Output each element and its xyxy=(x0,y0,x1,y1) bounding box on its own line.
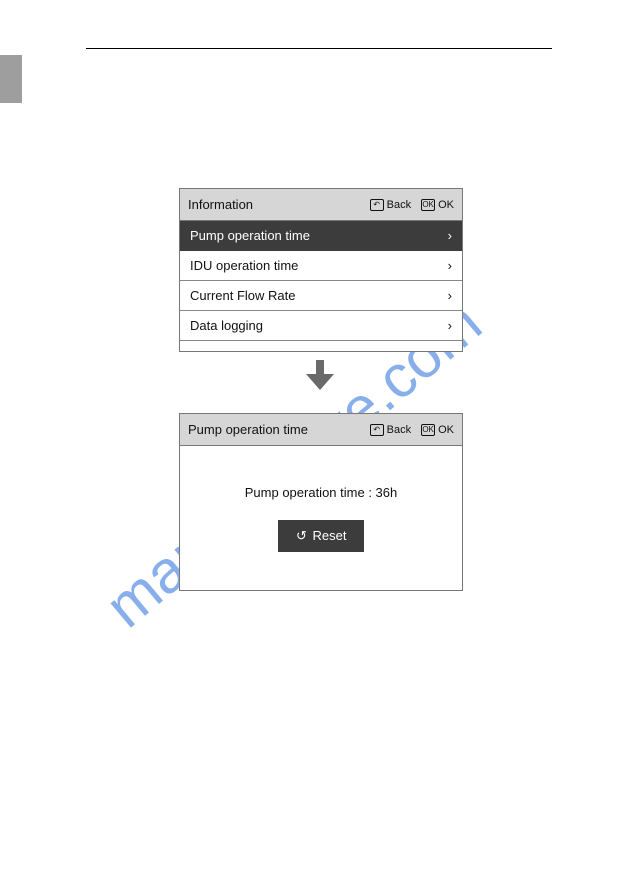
detail-text: Pump operation time : 36h xyxy=(245,485,397,500)
down-arrow-icon xyxy=(306,360,334,390)
ok-label: OK xyxy=(438,199,454,211)
menu-label: Current Flow Rate xyxy=(190,288,295,303)
menu-item-data-logging[interactable]: Data logging › xyxy=(180,311,462,341)
back-button[interactable]: ↶ Back xyxy=(370,424,411,436)
ok-button[interactable]: OK OK xyxy=(421,424,454,436)
chevron-right-icon: › xyxy=(448,288,452,303)
menu-item-idu-operation-time[interactable]: IDU operation time › xyxy=(180,251,462,281)
information-header: Information ↶ Back OK OK xyxy=(180,189,462,221)
menu-item-current-flow-rate[interactable]: Current Flow Rate › xyxy=(180,281,462,311)
ok-label: OK xyxy=(438,424,454,436)
ok-icon: OK xyxy=(421,424,435,436)
header-buttons: ↶ Back OK OK xyxy=(370,424,454,436)
chevron-right-icon: › xyxy=(448,318,452,333)
pump-operation-header: Pump operation time ↶ Back OK OK xyxy=(180,414,462,446)
information-panel: Information ↶ Back OK OK Pump operation … xyxy=(179,188,463,352)
pump-operation-title: Pump operation time xyxy=(188,422,308,437)
back-icon: ↶ xyxy=(370,199,384,211)
menu-label: Pump operation time xyxy=(190,228,310,243)
information-title: Information xyxy=(188,197,253,212)
panel-gap xyxy=(180,341,462,351)
back-label: Back xyxy=(387,199,411,211)
back-icon: ↶ xyxy=(370,424,384,436)
menu-label: IDU operation time xyxy=(190,258,298,273)
detail-body: Pump operation time : 36h ↻ Reset xyxy=(180,446,462,590)
chevron-right-icon: › xyxy=(448,258,452,273)
top-rule xyxy=(86,48,552,49)
reset-label: Reset xyxy=(312,528,346,543)
reset-button[interactable]: ↻ Reset xyxy=(278,520,365,552)
back-label: Back xyxy=(387,424,411,436)
ok-icon: OK xyxy=(421,199,435,211)
pump-operation-panel: Pump operation time ↶ Back OK OK Pump op… xyxy=(179,413,463,591)
back-button[interactable]: ↶ Back xyxy=(370,199,411,211)
ok-button[interactable]: OK OK xyxy=(421,199,454,211)
menu-label: Data logging xyxy=(190,318,263,333)
refresh-icon: ↻ xyxy=(296,528,307,544)
header-buttons: ↶ Back OK OK xyxy=(370,199,454,211)
chevron-right-icon: › xyxy=(448,228,452,243)
menu-item-pump-operation-time[interactable]: Pump operation time › xyxy=(180,221,462,251)
page-side-tab xyxy=(0,55,22,103)
